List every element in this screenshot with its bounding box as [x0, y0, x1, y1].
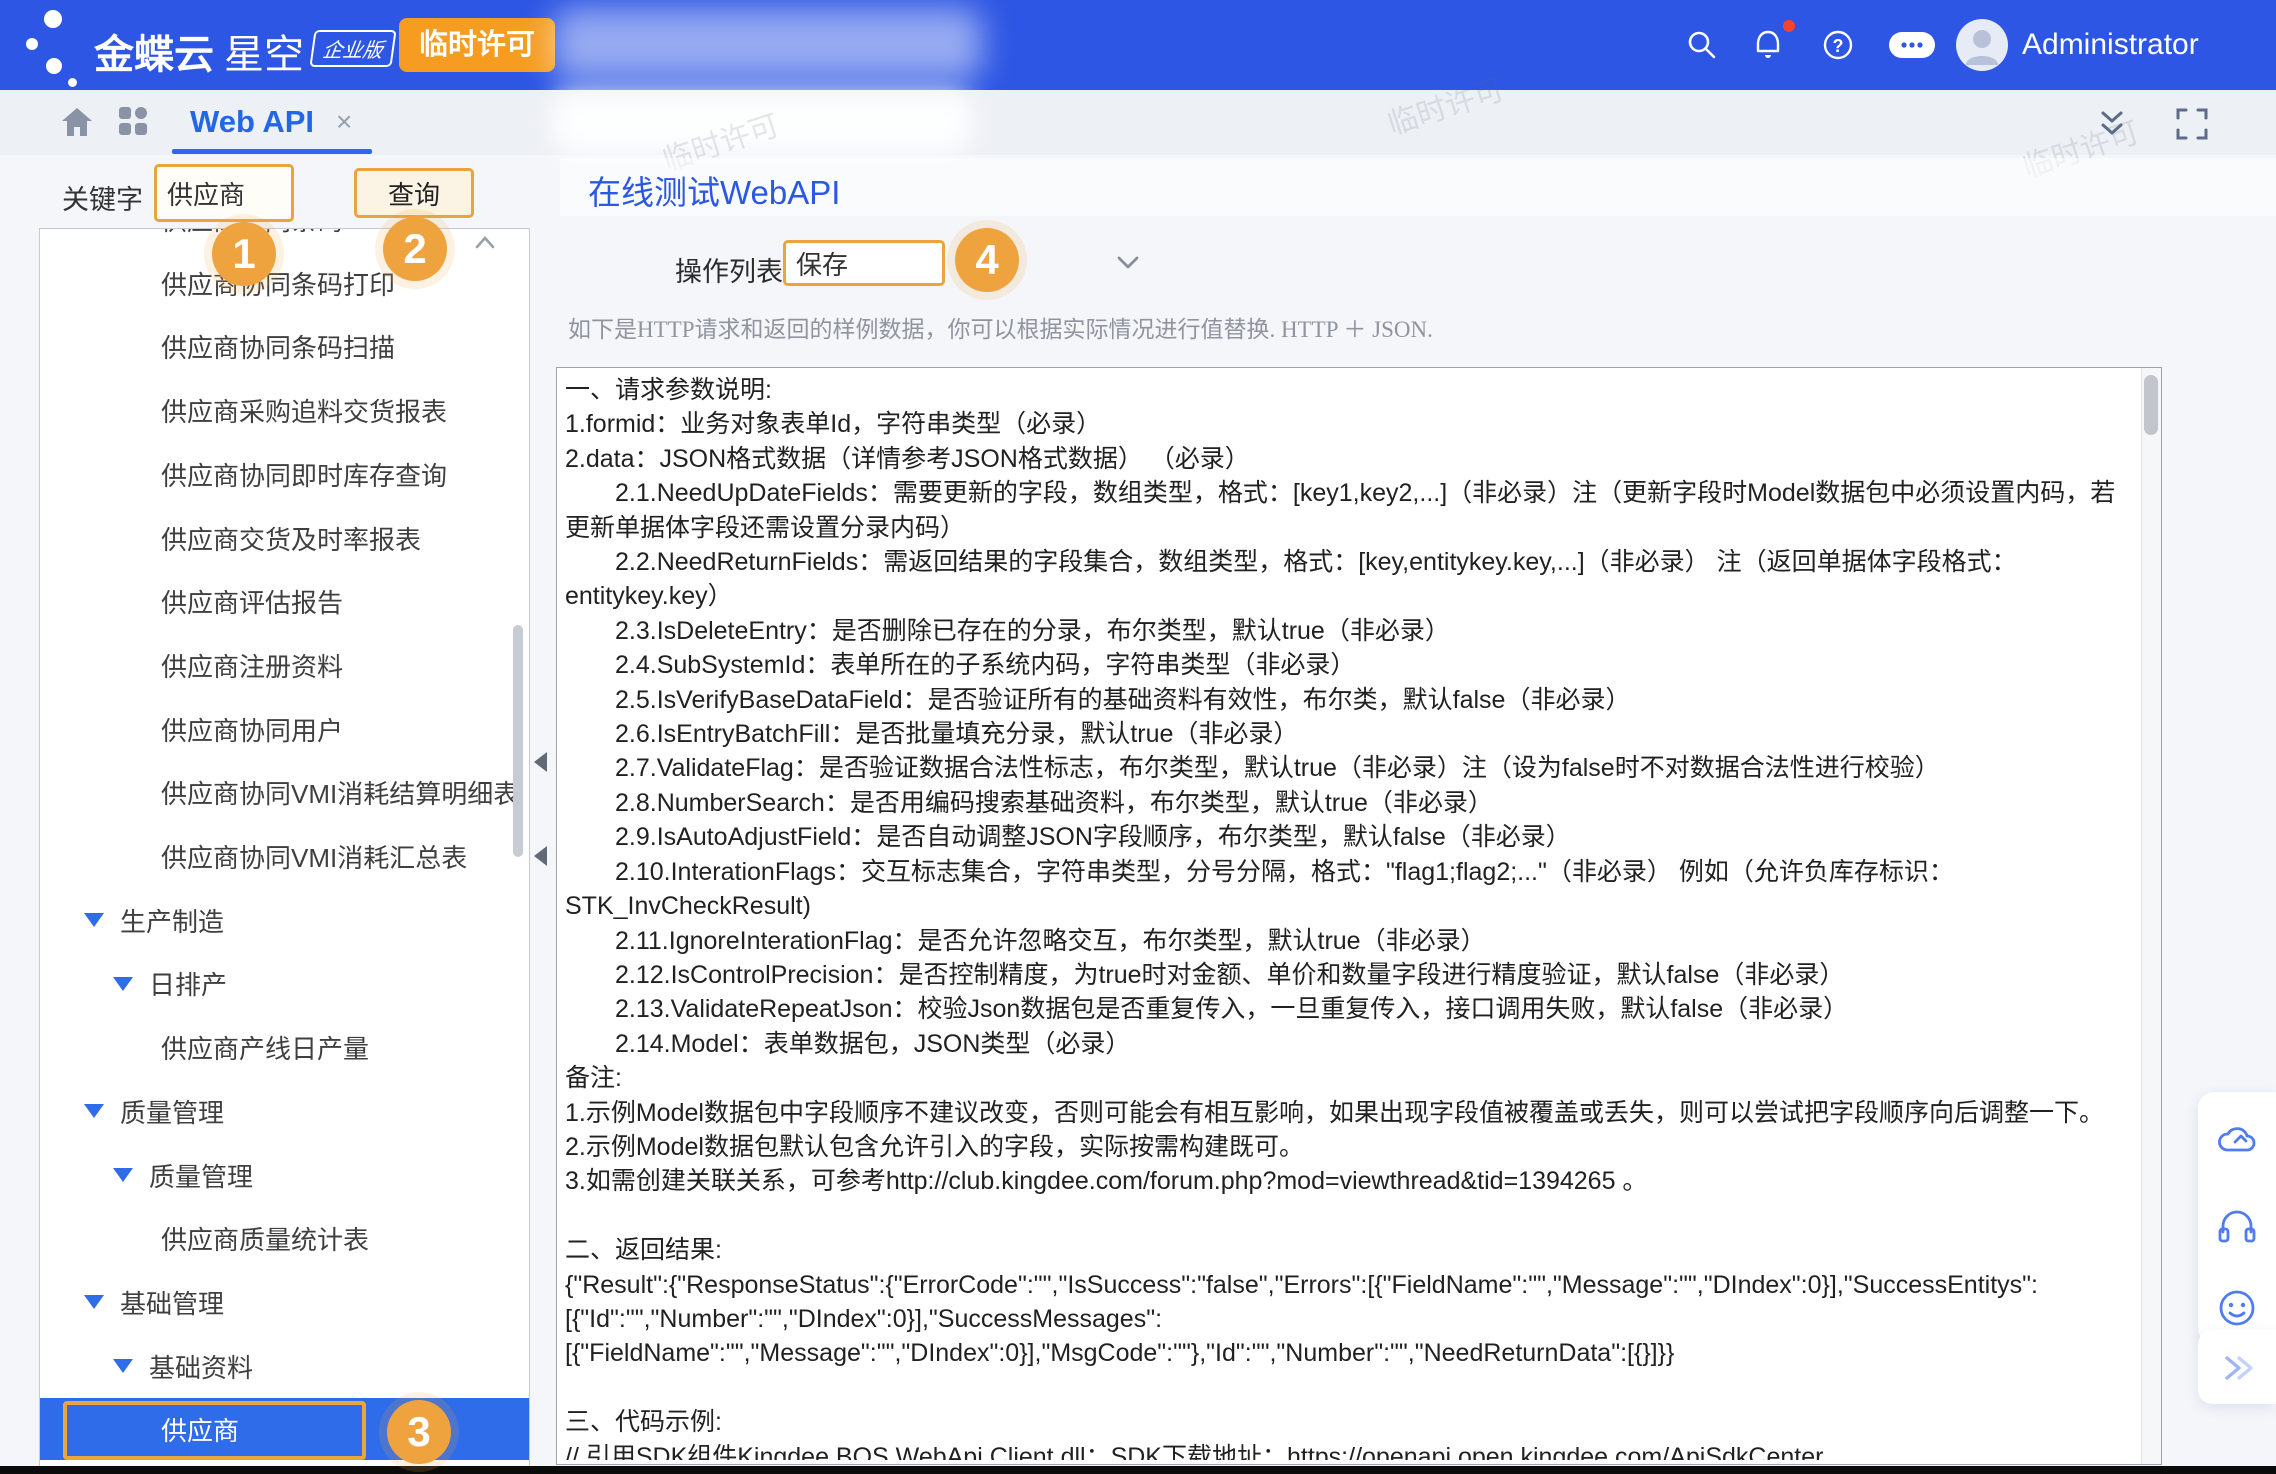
fullscreen-icon[interactable] — [2172, 104, 2212, 144]
api-doc-text: 一、请求参数说明: 1.formid：业务对象表单Id，字符串类型（必录） 2.… — [565, 373, 2135, 1460]
cloud-icon[interactable] — [2213, 1118, 2261, 1166]
tab-bar: Web API × — [0, 90, 2276, 155]
edition-badge: 企业版 — [309, 30, 396, 67]
collapse-dock-icon[interactable] — [2213, 1344, 2261, 1392]
expand-triangle-icon[interactable] — [84, 913, 104, 927]
chevron-down-icon[interactable] — [1108, 240, 1148, 284]
tab-close-icon[interactable]: × — [336, 106, 352, 138]
tree-item[interactable]: 日排产 — [40, 952, 529, 1015]
tree-item[interactable]: 基础资料 — [40, 1335, 529, 1398]
smiley-feedback-icon[interactable] — [2213, 1284, 2261, 1332]
query-button[interactable]: 查询 — [354, 168, 474, 218]
tree-item-label: 供应商协同VMI消耗结算明细表 — [161, 774, 519, 811]
logo-secondary-text: 星空 — [224, 33, 304, 77]
tree-item[interactable]: 供应商产线日产量 — [40, 1016, 529, 1079]
action-list-label: 操作列表 — [675, 250, 783, 289]
tree-item-label: 日排产 — [149, 965, 227, 1002]
tree-item[interactable]: 供应商协同条码打印 — [40, 252, 529, 315]
doc-scrollbar-thumb[interactable] — [2144, 375, 2158, 435]
app-grid-icon[interactable] — [116, 104, 150, 138]
tree-item-label: 供应商采购追料交货报表 — [161, 392, 447, 429]
tree-item-label: 质量管理 — [120, 1093, 224, 1130]
keyword-label: 关键字 — [62, 178, 143, 217]
license-badge: 临时许可 — [399, 18, 555, 72]
tree-scrollbar-thumb[interactable] — [513, 625, 523, 857]
keyword-input[interactable] — [154, 164, 294, 222]
tree-item[interactable]: 供应商协同用户 — [40, 698, 529, 761]
tree-item[interactable]: 供应商交货及时率报表 — [40, 507, 529, 570]
logo-primary-text: 金蝶云 — [94, 33, 214, 77]
action-list-combobox[interactable] — [783, 240, 945, 286]
blurred-highlight — [552, 92, 972, 154]
blurred-window-title — [552, 8, 982, 80]
logo-dot — [44, 10, 62, 28]
expand-triangle-icon[interactable] — [84, 1104, 104, 1118]
app-window: 金蝶云星空 企业版 临时许可 ? — [0, 0, 2276, 1474]
page-title: 在线测试WebAPI — [588, 166, 840, 214]
annotation-step-4: 4 — [955, 228, 1019, 292]
tree-item-label: 供应商质量统计表 — [161, 1220, 369, 1257]
tree-item-label: 基础资料 — [149, 1348, 253, 1385]
home-icon[interactable] — [58, 104, 96, 142]
tree-item-label: 供应商交货及时率报表 — [161, 520, 421, 557]
tree-item[interactable]: 供应商协同条码 — [40, 228, 529, 251]
expand-triangle-icon[interactable] — [113, 1359, 133, 1373]
expand-triangle-icon[interactable] — [113, 977, 133, 991]
collapse-panel-arrow-icon[interactable] — [534, 846, 547, 866]
tree-item[interactable]: 质量管理 — [40, 1080, 529, 1143]
logo-dot — [26, 38, 38, 50]
tree-item[interactable]: 供应商协同条码扫描 — [40, 315, 529, 378]
expand-triangle-icon[interactable] — [84, 1295, 104, 1309]
username-label[interactable]: Administrator — [2022, 28, 2199, 62]
tree-item-label: 供应商协同VMI消耗汇总表 — [161, 838, 467, 875]
tree-item-label: 供应商协同条码扫描 — [161, 328, 395, 365]
api-doc-textarea[interactable]: 一、请求参数说明: 1.formid：业务对象表单Id，字符串类型（必录） 2.… — [556, 367, 2162, 1465]
tree-item-label: 供应商协同用户 — [161, 711, 343, 748]
notification-bell-icon[interactable] — [1750, 27, 1786, 63]
tree-item-label: 基础管理 — [120, 1284, 224, 1321]
tree-item-label: 供应商注册资料 — [161, 647, 343, 684]
annotation-step-2: 2 — [383, 217, 447, 281]
doc-scrollbar-track[interactable] — [2141, 368, 2161, 1464]
tree-item-label: 质量管理 — [149, 1157, 253, 1194]
tree-item[interactable]: 供应商注册资料 — [40, 634, 529, 697]
active-tab-underline — [172, 149, 372, 154]
tree-item[interactable]: 供应商协同VMI消耗结算明细表 — [40, 761, 529, 824]
collapse-tabs-icon[interactable] — [2092, 104, 2132, 144]
avatar[interactable] — [1956, 19, 2008, 71]
screen-bottom-edge — [0, 1466, 2276, 1474]
tree-item-label: 生产制造 — [120, 902, 224, 939]
tree-item[interactable]: 供应商评估报告 — [40, 570, 529, 633]
headset-icon[interactable] — [2213, 1202, 2261, 1250]
annotation-box-selected-item — [63, 1401, 366, 1460]
tree-item-label: 供应商协同即时库存查询 — [161, 456, 447, 493]
sample-description: 如下是HTTP请求和返回的样例数据，你可以根据实际情况进行值替换. HTTP ＋… — [568, 310, 1433, 344]
more-options-icon[interactable] — [1886, 27, 1938, 63]
expand-triangle-icon[interactable] — [113, 1168, 133, 1182]
help-icon[interactable]: ? — [1820, 27, 1856, 63]
notification-badge-dot — [1783, 20, 1795, 32]
logo-dot — [46, 58, 62, 74]
tree-item[interactable]: 供应商协同VMI消耗汇总表 — [40, 825, 529, 888]
top-header-bar: 金蝶云星空 企业版 临时许可 ? — [0, 0, 2276, 90]
tree-item[interactable]: 质量管理 — [40, 1144, 529, 1207]
tab-web-api[interactable]: Web API — [190, 104, 314, 140]
annotation-step-1: 1 — [212, 222, 276, 286]
tree-item[interactable]: 供应商采购追料交货报表 — [40, 379, 529, 442]
tree-item[interactable]: 供应商质量统计表 — [40, 1207, 529, 1270]
tree-item-label: 供应商产线日产量 — [161, 1029, 369, 1066]
tree-item-label: 供应商协同条码打印 — [161, 265, 395, 302]
search-icon[interactable] — [1684, 27, 1720, 63]
collapse-panel-arrow-icon[interactable] — [534, 752, 547, 772]
tree-item[interactable]: 生产制造 — [40, 889, 529, 952]
annotation-step-3: 3 — [387, 1400, 451, 1464]
app-logo: 金蝶云星空 — [94, 22, 304, 80]
tree-item-label: 供应商评估报告 — [161, 583, 343, 620]
svg-text:?: ? — [1833, 36, 1844, 56]
api-tree-panel: 供应商协同条码供应商协同条码打印供应商协同条码扫描供应商采购追料交货报表供应商协… — [39, 228, 530, 1469]
tree-item[interactable]: 供应商协同即时库存查询 — [40, 443, 529, 506]
scroll-up-caret-icon[interactable] — [470, 231, 500, 255]
logo-dot — [68, 78, 77, 87]
tree-item[interactable]: 基础管理 — [40, 1271, 529, 1334]
